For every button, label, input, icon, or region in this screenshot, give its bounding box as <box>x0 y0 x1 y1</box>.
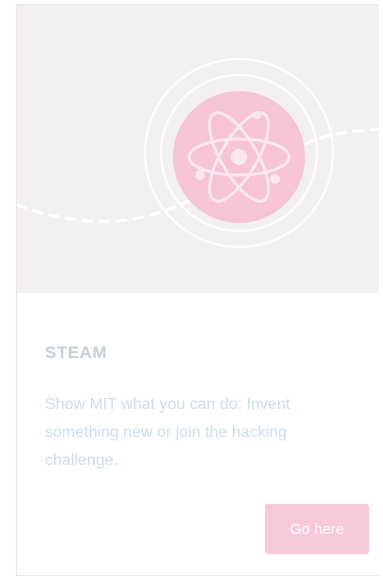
card-description: Show MIT what you can do: Invent somethi… <box>45 396 291 469</box>
card-title: STEAM <box>45 343 107 362</box>
go-here-button[interactable]: Go here <box>265 504 369 554</box>
orbit-decoration <box>17 58 379 248</box>
card-illustration <box>17 5 379 293</box>
steam-card: STEAM Show MIT what you can do: Invent s… <box>16 4 379 576</box>
card-body: STEAM Show MIT what you can do: Invent s… <box>17 293 379 575</box>
